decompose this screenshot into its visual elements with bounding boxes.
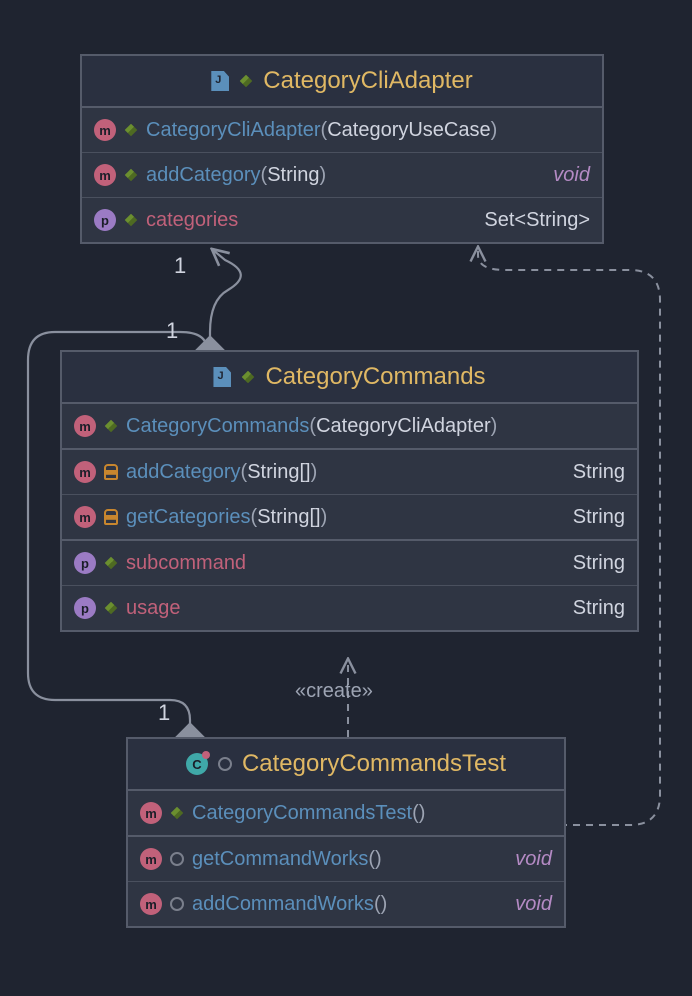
member-signature: subcommand (126, 552, 246, 575)
property-usage: p usage String (62, 586, 637, 630)
visibility-pub-icon (105, 557, 118, 570)
multiplicity-commands-end: 1 (166, 318, 178, 344)
java-file-icon (211, 71, 229, 91)
method-badge-icon: m (74, 461, 96, 483)
method-addCategory: m addCategory(String[]) String (62, 450, 637, 495)
visibility-pub-icon (105, 602, 118, 615)
method-badge-icon: m (74, 506, 96, 528)
visibility-pub-icon (125, 169, 138, 182)
class-category-cli-adapter: CategoryCliAdapter m CategoryCliAdapter(C… (80, 54, 604, 244)
member-signature: CategoryCliAdapter(CategoryUseCase) (146, 119, 497, 142)
method-addCategory: m addCategory(String) void (82, 153, 602, 198)
class-name-label: CategoryCliAdapter (263, 67, 472, 95)
method-badge-icon: m (140, 848, 162, 870)
visibility-pkg-icon (170, 897, 184, 911)
class-category-commands-test: C CategoryCommandsTest m CategoryCommands… (126, 737, 566, 928)
visibility-pub-icon (125, 124, 138, 137)
member-signature: addCommandWorks() (192, 893, 387, 916)
class-title: C CategoryCommandsTest (128, 739, 564, 791)
method-addCommandWorks: m addCommandWorks() void (128, 882, 564, 926)
class-name-label: CategoryCommandsTest (242, 750, 506, 778)
property-badge-icon: p (74, 552, 96, 574)
visibility-package-icon (218, 757, 232, 771)
visibility-prot-icon (104, 509, 118, 525)
return-type: String (573, 461, 625, 484)
visibility-public-icon (240, 75, 253, 88)
member-signature: addCategory(String[]) (126, 461, 317, 484)
method-badge-icon: m (140, 893, 162, 915)
create-label: «create» (295, 680, 373, 703)
return-type: String (573, 552, 625, 575)
return-type: Set<String> (484, 209, 590, 232)
visibility-pub-icon (105, 420, 118, 433)
java-file-icon (213, 367, 231, 387)
class-title: CategoryCommands (62, 352, 637, 404)
return-type: void (553, 164, 590, 187)
visibility-pkg-icon (170, 852, 184, 866)
test-class-icon: C (186, 753, 208, 775)
member-signature: usage (126, 597, 181, 620)
visibility-pub-icon (125, 214, 138, 227)
method-getCommandWorks: m getCommandWorks() void (128, 837, 564, 882)
visibility-prot-icon (104, 464, 118, 480)
method-badge-icon: m (94, 164, 116, 186)
class-name-label: CategoryCommands (265, 363, 485, 391)
property-subcommand: p subcommand String (62, 541, 637, 586)
method-CategoryCommandsTest: m CategoryCommandsTest() (128, 791, 564, 837)
class-title: CategoryCliAdapter (82, 56, 602, 108)
return-type: String (573, 597, 625, 620)
member-signature: categories (146, 209, 238, 232)
member-signature: getCategories(String[]) (126, 506, 327, 529)
return-type: String (573, 506, 625, 529)
member-list: m CategoryCommandsTest() m getCommandWorks(… (128, 791, 564, 926)
visibility-public-icon (242, 371, 255, 384)
member-signature: CategoryCommandsTest() (192, 802, 425, 825)
multiplicity-adapter-end: 1 (174, 253, 186, 279)
member-signature: getCommandWorks() (192, 848, 382, 871)
method-getCategories: m getCategories(String[]) String (62, 495, 637, 541)
property-categories: p categories Set<String> (82, 198, 602, 242)
member-signature: addCategory(String) (146, 164, 326, 187)
member-list: m CategoryCommands(CategoryCliAdapter) m ad… (62, 404, 637, 630)
property-badge-icon: p (74, 597, 96, 619)
return-type: void (515, 848, 552, 871)
member-list: m CategoryCliAdapter(CategoryUseCase) m add… (82, 108, 602, 242)
method-CategoryCommands: m CategoryCommands(CategoryCliAdapter) (62, 404, 637, 450)
multiplicity-test-end: 1 (158, 700, 170, 726)
method-badge-icon: m (94, 119, 116, 141)
class-category-commands: CategoryCommands m CategoryCommands(Categ… (60, 350, 639, 632)
return-type: void (515, 893, 552, 916)
method-badge-icon: m (74, 415, 96, 437)
method-badge-icon: m (140, 802, 162, 824)
member-signature: CategoryCommands(CategoryCliAdapter) (126, 415, 497, 438)
method-CategoryCliAdapter: m CategoryCliAdapter(CategoryUseCase) (82, 108, 602, 153)
property-badge-icon: p (94, 209, 116, 231)
visibility-pub-icon (171, 807, 184, 820)
